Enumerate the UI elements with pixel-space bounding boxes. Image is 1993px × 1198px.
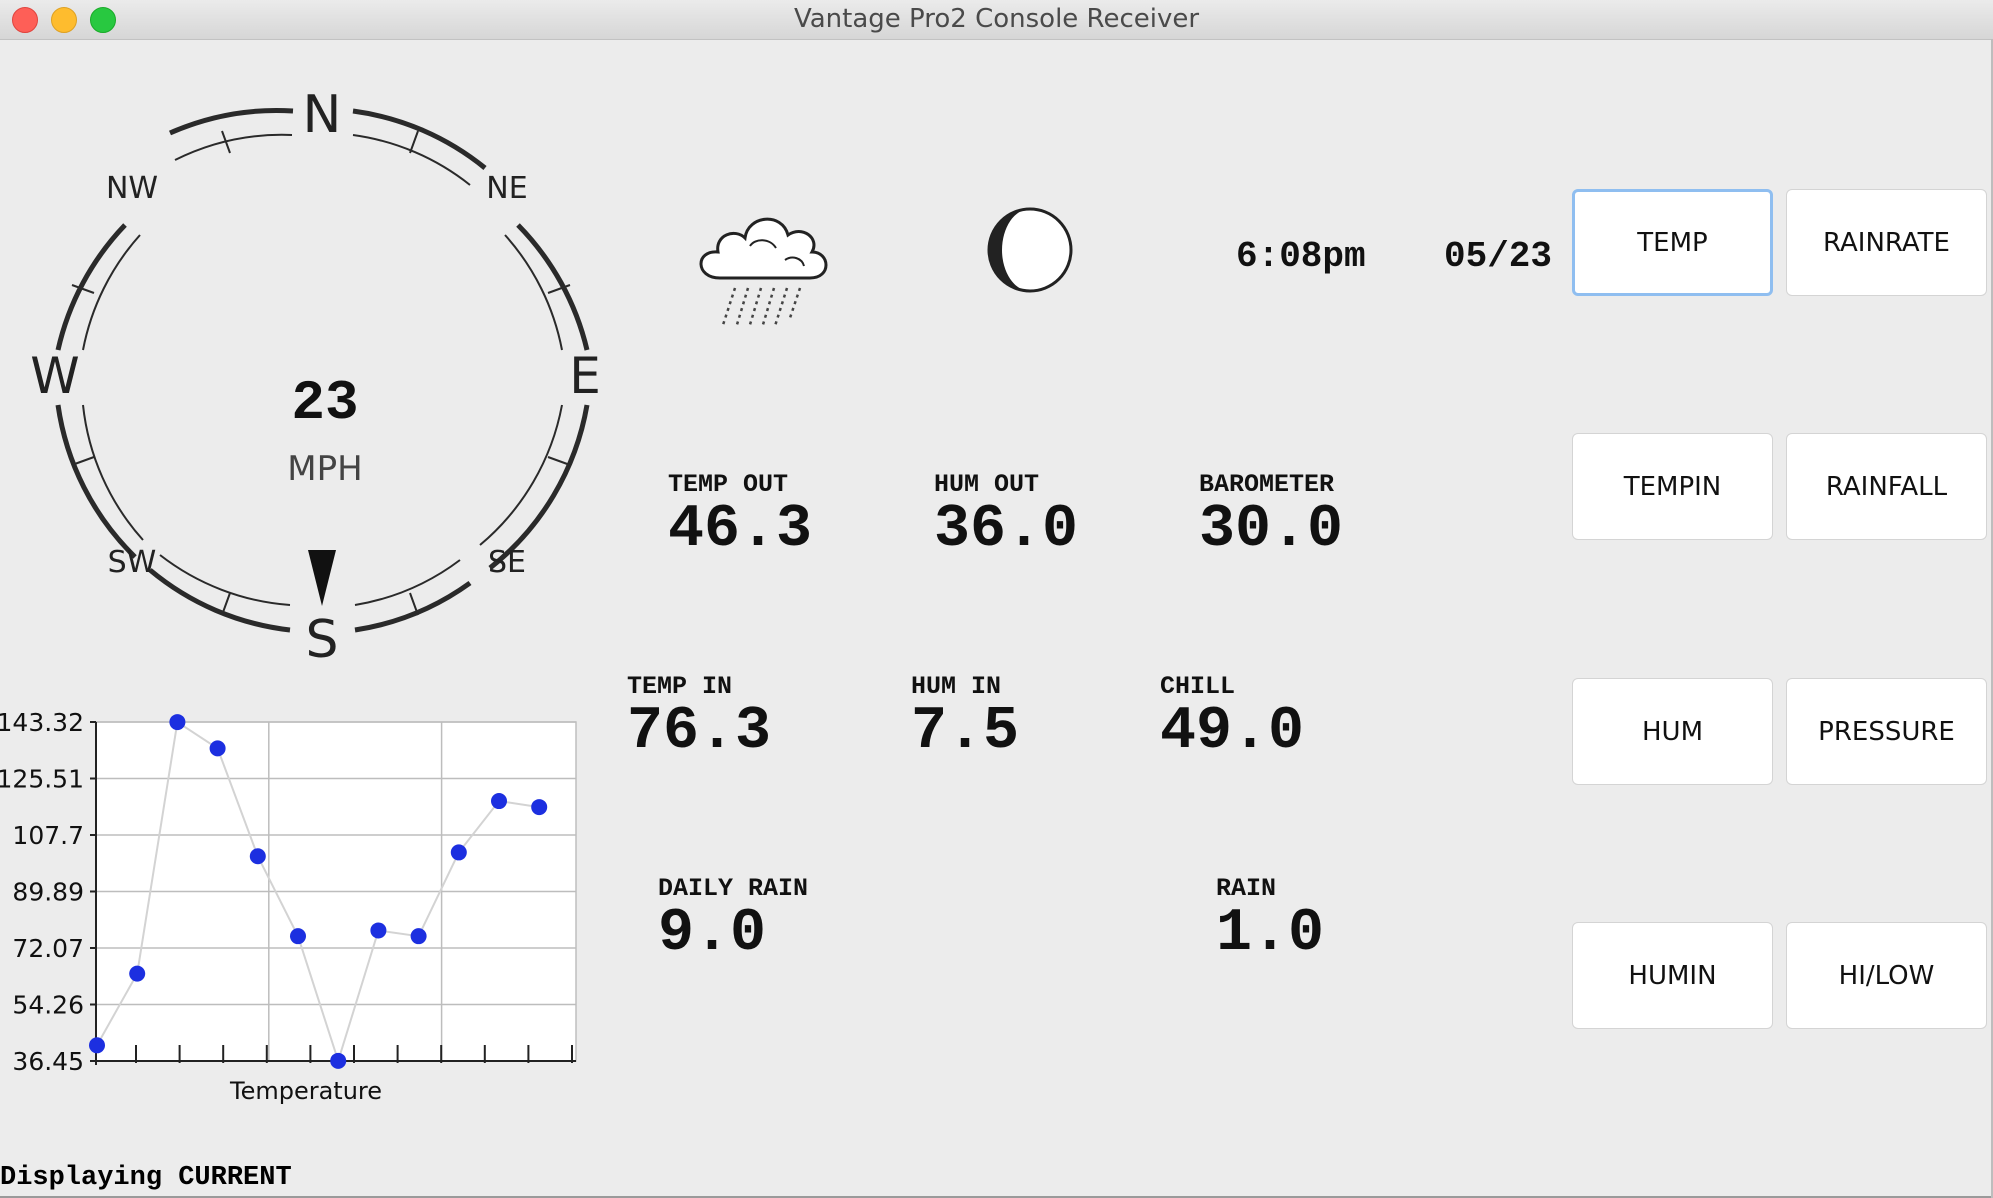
compass-label-e: E xyxy=(569,347,601,405)
barometer-label: BAROMETER xyxy=(1199,470,1335,499)
daily-rain-label: DAILY RAIN xyxy=(658,874,809,903)
moon-phase-icon xyxy=(987,207,1073,293)
chart-x-axis-label: Temperature xyxy=(229,1077,382,1105)
wind-direction-pointer-icon xyxy=(308,550,336,606)
chart-data-point xyxy=(169,714,186,731)
rain-label: RAIN xyxy=(1216,874,1277,903)
chart-data-point xyxy=(330,1052,347,1069)
compass-label-w: W xyxy=(30,347,79,405)
compass-label-n: N xyxy=(303,85,342,145)
tempin-button[interactable]: TEMPIN xyxy=(1572,433,1773,540)
compass-label-sw: SW xyxy=(108,545,157,580)
hum-in-label: HUM IN xyxy=(911,672,1002,701)
rain-cloud-icon xyxy=(699,217,828,329)
chart-y-ticks: 143.32 125.51 107.7 89.89 72.07 54.26 36.45 xyxy=(0,708,96,1076)
chart-y-tick-label: 107.7 xyxy=(12,821,84,850)
temp-out-label: TEMP OUT xyxy=(668,470,789,499)
barometer-value: 30.0 xyxy=(1199,496,1344,564)
window-title: Vantage Pro2 Console Receiver xyxy=(793,4,1200,34)
chart-data-point xyxy=(209,740,226,757)
chart-y-tick-label: 125.51 xyxy=(0,764,84,793)
temp-in-label: TEMP IN xyxy=(627,672,733,701)
chart-data-point xyxy=(129,965,146,982)
temperature-chart: 143.32 125.51 107.7 89.89 72.07 54.26 36.45 Te… xyxy=(0,708,577,1105)
pressure-button[interactable]: PRESSURE xyxy=(1786,678,1987,785)
title-bar: Vantage Pro2 Console Receiver xyxy=(0,0,1993,40)
rainfall-button[interactable]: RAINFALL xyxy=(1786,433,1987,540)
chart-data-point xyxy=(89,1037,105,1054)
chill-label: CHILL xyxy=(1160,672,1236,701)
chart-data-point xyxy=(410,928,427,945)
current-date: 05/23 xyxy=(1444,236,1553,277)
status-text: Displaying CURRENT xyxy=(0,1163,292,1193)
hum-in-value: 7.5 xyxy=(911,698,1020,766)
compass-label-s: S xyxy=(305,610,338,670)
hum-button[interactable]: HUM xyxy=(1572,678,1773,785)
chart-y-tick-label: 89.89 xyxy=(12,877,84,906)
chart-y-tick-label: 72.07 xyxy=(12,934,84,963)
chart-data-point xyxy=(370,922,387,939)
temp-button[interactable]: TEMP xyxy=(1572,189,1773,296)
chart-data-point xyxy=(491,793,507,810)
temp-out-value: 46.3 xyxy=(668,496,813,564)
rain-value: 1.0 xyxy=(1216,900,1325,968)
hum-out-label: HUM OUT xyxy=(934,470,1040,499)
chart-y-tick-label: 36.45 xyxy=(12,1047,84,1076)
chart-data-point xyxy=(450,844,467,861)
chill-value: 49.0 xyxy=(1160,698,1305,766)
wind-speed: 23 xyxy=(291,371,358,435)
compass-label-nw: NW xyxy=(106,171,158,206)
compass-label-se: SE xyxy=(488,545,526,580)
wind-compass: N NE E SE S SW W NW 23 MPH xyxy=(30,85,601,670)
hilow-button[interactable]: HI/LOW xyxy=(1786,922,1987,1029)
wind-speed-unit: MPH xyxy=(287,449,362,489)
hum-out-value: 36.0 xyxy=(934,496,1079,564)
chart-grid xyxy=(95,721,577,1065)
chart-data-point xyxy=(249,848,266,865)
temp-in-value: 76.3 xyxy=(627,698,772,766)
humin-button[interactable]: HUMIN xyxy=(1572,922,1773,1029)
chart-data-point xyxy=(290,928,306,945)
chart-y-tick-label: 54.26 xyxy=(12,991,84,1020)
daily-rain-value: 9.0 xyxy=(658,900,767,968)
current-time: 6:08pm xyxy=(1236,236,1366,277)
chart-data-point xyxy=(531,799,548,816)
rainrate-button[interactable]: RAINRATE xyxy=(1786,189,1987,296)
chart-y-tick-label: 143.32 xyxy=(0,708,84,737)
compass-label-ne: NE xyxy=(486,171,527,206)
